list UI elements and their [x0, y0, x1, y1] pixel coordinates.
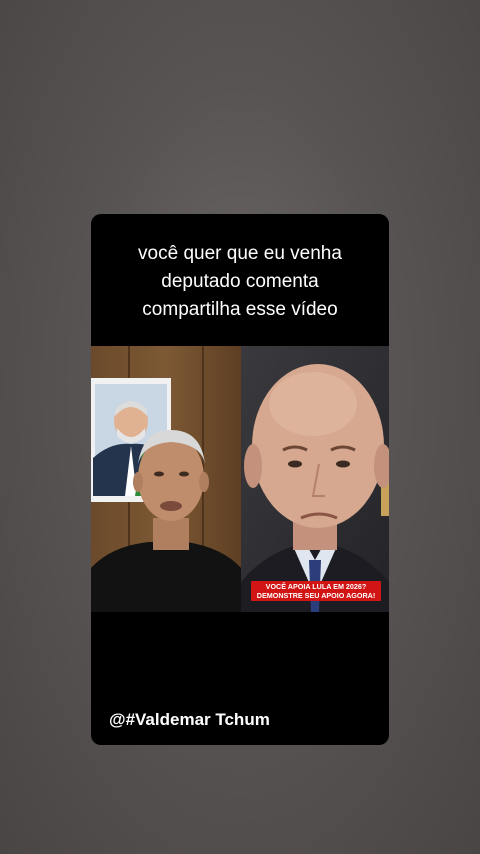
caption-line-1: você quer que eu venha [138, 243, 342, 264]
left-video-frame [91, 346, 241, 612]
left-video-image [91, 346, 241, 612]
banner-line-1: VOCÊ APOIA LULA EM 2026? [265, 582, 367, 591]
right-video-image [241, 346, 389, 612]
banner-line-2: DEMONSTRE SEU APOIO AGORA! [256, 591, 376, 600]
caption-line-2: deputado comenta [161, 271, 319, 292]
video-credit: @#Valdemar Tchum [109, 710, 270, 729]
campaign-banner: VOCÊ APOIA LULA EM 2026? DEMONSTRE SEU A… [251, 581, 381, 601]
video-caption: você quer que eu venha deputado comenta … [91, 240, 389, 324]
caption-line-3: compartilha esse vídeo [142, 299, 338, 320]
video-player[interactable]: você quer que eu venha deputado comenta … [91, 214, 389, 745]
right-video-frame: VOCÊ APOIA LULA EM 2026? DEMONSTRE SEU A… [241, 346, 389, 612]
